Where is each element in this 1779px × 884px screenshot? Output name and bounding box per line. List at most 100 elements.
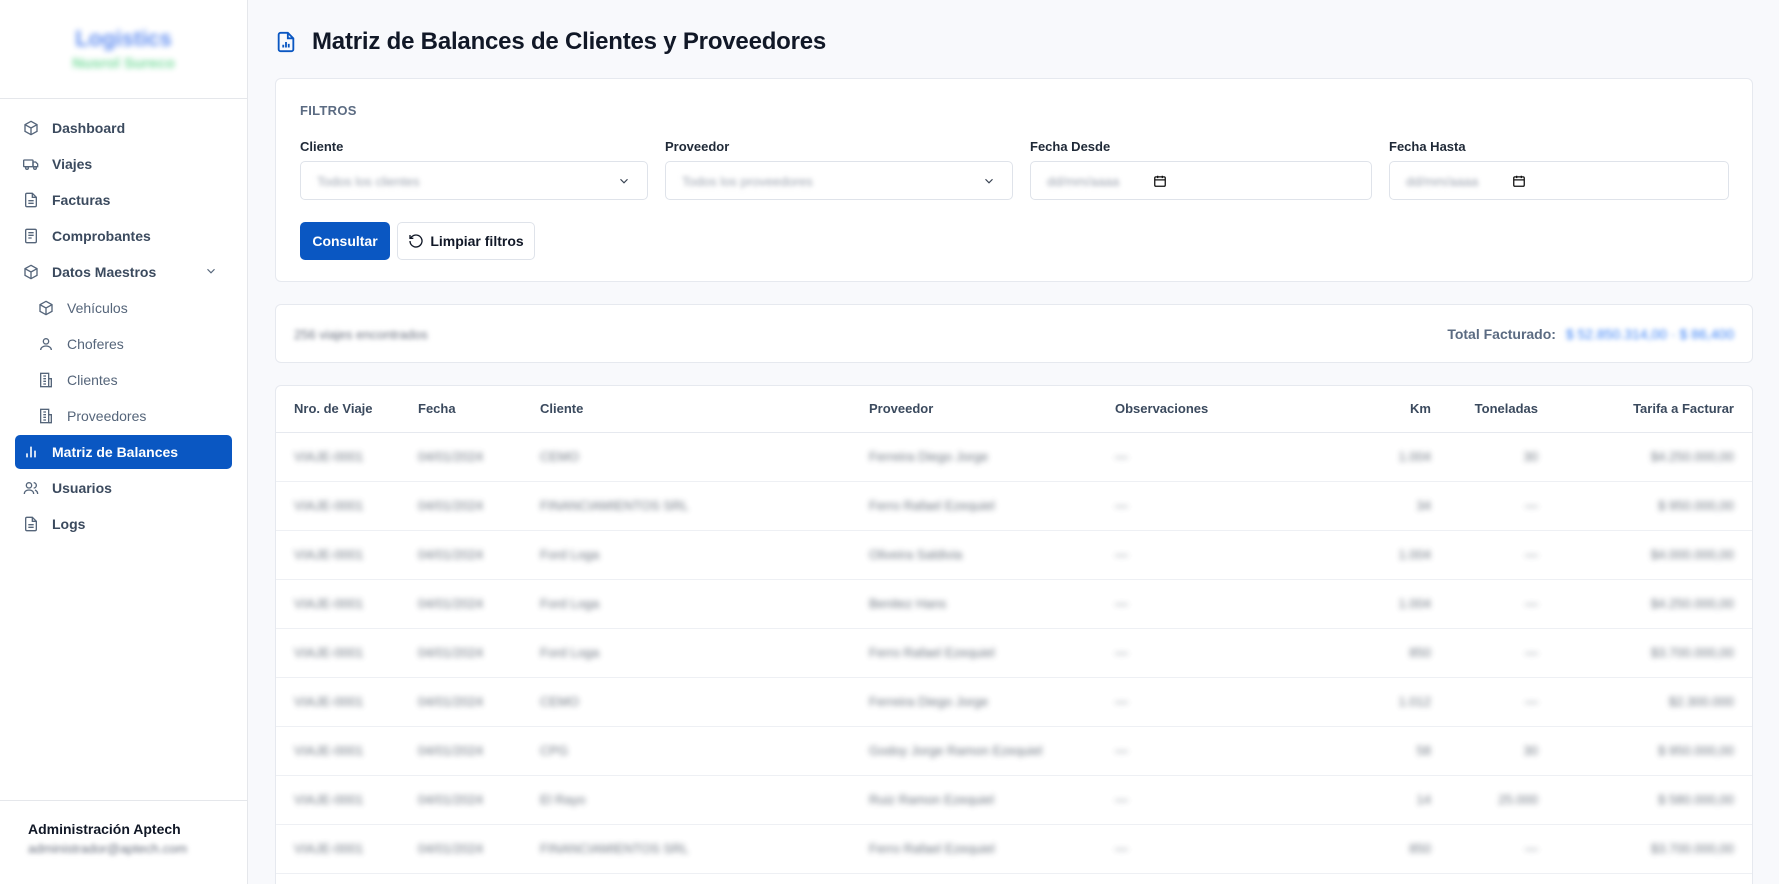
sidebar-item-datos-maestros[interactable]: Datos Maestros bbox=[15, 255, 232, 289]
table-cell: $ 580.000,00 bbox=[1556, 775, 1752, 825]
cell-value: VIAJE-0001 bbox=[294, 449, 364, 464]
document-icon bbox=[23, 516, 39, 532]
table-row[interactable]: VIAJE-0001 04/01/2024 CPG Godoy Jorge Ramon… bbox=[276, 726, 1752, 776]
filters-title: FILTROS bbox=[300, 103, 357, 118]
col-km[interactable]: Km bbox=[1396, 386, 1449, 433]
sidebar-item-comprobantes[interactable]: Comprobantes bbox=[15, 219, 232, 253]
table-cell: $4.000.000,00 bbox=[1556, 530, 1752, 580]
calendar-icon[interactable] bbox=[1153, 174, 1167, 188]
table-cell: CEMO bbox=[522, 677, 851, 727]
cell-value: 1.004 bbox=[1398, 547, 1431, 562]
table-cell: — bbox=[1097, 677, 1396, 727]
cell-value: — bbox=[1115, 694, 1128, 709]
cell-value: 1.012 bbox=[1398, 694, 1431, 709]
app-logo[interactable]: Logistics Nusrol Sureco bbox=[0, 0, 247, 99]
result-count: 256 viajes encontrados bbox=[294, 327, 428, 342]
cell-value: VIAJE-0001 bbox=[294, 498, 364, 513]
summary-bar: 256 viajes encontrados Total Facturado: … bbox=[275, 304, 1753, 363]
user-email: administrador@aptech.com bbox=[28, 841, 188, 856]
cell-value: Benitez Hans bbox=[869, 596, 947, 611]
sidebar-item-label: Comprobantes bbox=[52, 228, 151, 244]
col-cliente[interactable]: Cliente bbox=[522, 386, 851, 433]
table-cell: Ferreira Diego Jorge bbox=[851, 432, 1097, 482]
cell-value: FINANCIAMIENTOS SRL bbox=[540, 841, 689, 856]
cell-value: — bbox=[1525, 694, 1538, 709]
col-proveedor[interactable]: Proveedor bbox=[851, 386, 1097, 433]
col-observaciones[interactable]: Observaciones bbox=[1097, 386, 1396, 433]
consultar-button[interactable]: Consultar bbox=[300, 222, 390, 260]
table-cell: Ford Loga bbox=[522, 628, 851, 678]
table-row[interactable]: VIAJE-0001 04/01/2024 Ford Loga Benitez Han… bbox=[276, 579, 1752, 629]
cell-value: FINANCIAMIENTOS SRL bbox=[540, 498, 689, 513]
cell-value: El Rayo bbox=[540, 792, 586, 807]
table-cell: VIAJE-0001 bbox=[276, 530, 400, 580]
col-toneladas[interactable]: Toneladas bbox=[1449, 386, 1556, 433]
sidebar-item-label: Clientes bbox=[67, 372, 118, 388]
table-cell: 58 bbox=[1396, 726, 1449, 776]
table-cell: Ruiz Ramon Ezequiel bbox=[851, 775, 1097, 825]
table-row[interactable]: VIAJE-0001 04/01/2024 CEMO Ferreira Diego J… bbox=[276, 432, 1752, 482]
sidebar-item-label: Vehículos bbox=[67, 300, 128, 316]
table-cell: VIAJE-0001 bbox=[276, 481, 400, 531]
user-panel[interactable]: Administración Aptech administrador@apte… bbox=[0, 800, 247, 884]
calendar-icon[interactable] bbox=[1512, 174, 1526, 188]
sidebar-item-viajes[interactable]: Viajes bbox=[15, 147, 232, 181]
cell-value: VIAJE-0001 bbox=[294, 645, 364, 660]
sidebar-item-label: Viajes bbox=[52, 156, 93, 172]
table-cell: — bbox=[1097, 481, 1396, 531]
cell-value: — bbox=[1525, 547, 1538, 562]
sidebar-item-logs[interactable]: Logs bbox=[15, 507, 232, 541]
sidebar-item-dashboard[interactable]: Dashboard bbox=[15, 111, 232, 145]
table-cell: — bbox=[1097, 628, 1396, 678]
table-row[interactable]: VIAJE-0001 04/01/2024 El Rayo Ruiz Ramon Ez… bbox=[276, 775, 1752, 825]
building-icon bbox=[38, 372, 54, 388]
fecha-desde-input[interactable]: dd/mm/aaaa bbox=[1030, 161, 1372, 200]
table-row[interactable]: VIAJE-0001 04/01/2024 FINANCIAMIENTOS SRL F… bbox=[276, 481, 1752, 531]
cell-value: $4.250.000,00 bbox=[1650, 449, 1734, 464]
proveedor-select[interactable]: Todos los proveedores bbox=[665, 161, 1013, 200]
chevron-down-icon bbox=[617, 174, 631, 188]
cell-value: Godoy Jorge Ramon Ezequiel bbox=[869, 743, 1043, 758]
table-cell: 1.012 bbox=[1396, 677, 1449, 727]
table-cell: 04/01/2024 bbox=[400, 432, 522, 482]
cell-value: Ferreira Diego Jorge bbox=[869, 694, 989, 709]
sidebar-item-clientes[interactable]: Clientes bbox=[30, 363, 232, 397]
sidebar-item-label: Choferes bbox=[67, 336, 124, 352]
proveedor-filter: Proveedor Todos los proveedores bbox=[665, 139, 1013, 200]
cell-value: Ruiz Ramon Ezequiel bbox=[869, 792, 995, 807]
cell-value: 04/01/2024 bbox=[418, 449, 484, 464]
sidebar-item-choferes[interactable]: Choferes bbox=[30, 327, 232, 361]
total-value: $ 52.850.314,00 · $ 86,400 bbox=[1565, 326, 1734, 342]
sidebar-item-matriz-balances[interactable]: Matriz de Balances bbox=[15, 435, 232, 469]
table-cell: VIAJE-0001 bbox=[276, 628, 400, 678]
building-icon bbox=[38, 408, 54, 424]
fecha-desde-label: Fecha Desde bbox=[1030, 139, 1111, 154]
sidebar-item-usuarios[interactable]: Usuarios bbox=[15, 471, 232, 505]
table-cell: 04/01/2024 bbox=[400, 579, 522, 629]
sidebar-item-vehiculos[interactable]: Vehículos bbox=[30, 291, 232, 325]
fecha-hasta-input[interactable]: dd/mm/aaaa bbox=[1389, 161, 1729, 200]
table-cell: VIAJE-0001 bbox=[276, 775, 400, 825]
table-row[interactable]: VIAJE-0001 04/01/2024 Ford Loga Ferro Rafae… bbox=[276, 628, 1752, 678]
table-cell: Oliveira Saldivia bbox=[851, 530, 1097, 580]
col-tarifa[interactable]: Tarifa a Facturar bbox=[1556, 386, 1752, 433]
limpiar-filtros-button[interactable]: Limpiar filtros bbox=[397, 222, 535, 260]
table-cell: 850 bbox=[1396, 824, 1449, 874]
col-fecha[interactable]: Fecha bbox=[400, 386, 522, 433]
sidebar-nav: Dashboard Viajes Facturas Comprobantes D… bbox=[0, 99, 247, 541]
sidebar-item-label: Matriz de Balances bbox=[52, 444, 179, 460]
col-nro-viaje[interactable]: Nro. de Viaje bbox=[276, 386, 400, 433]
cell-value: VIAJE-0001 bbox=[294, 841, 364, 856]
filters-panel: FILTROS Cliente Todos los clientes Prove… bbox=[275, 78, 1753, 282]
table-row[interactable]: VIAJE-0001 04/01/2024 Ford Loga Oliveira Sa… bbox=[276, 530, 1752, 580]
table-cell: — bbox=[1449, 579, 1556, 629]
sidebar-item-proveedores[interactable]: Proveedores bbox=[30, 399, 232, 433]
chevron-down-icon[interactable] bbox=[204, 264, 218, 278]
sidebar-item-facturas[interactable]: Facturas bbox=[15, 183, 232, 217]
cliente-select[interactable]: Todos los clientes bbox=[300, 161, 648, 200]
table-row[interactable]: VIAJE-0001 04/01/2024 FINANCIAMIENTOS SRL F… bbox=[276, 824, 1752, 874]
table-cell: $ 950.000,00 bbox=[1556, 726, 1752, 776]
table-cell: VIAJE-0001 bbox=[276, 432, 400, 482]
table-row[interactable]: VIAJE-0001 04/01/2024 CEMO Ferreira Diego J… bbox=[276, 677, 1752, 727]
table-cell: El Rayo bbox=[522, 775, 851, 825]
